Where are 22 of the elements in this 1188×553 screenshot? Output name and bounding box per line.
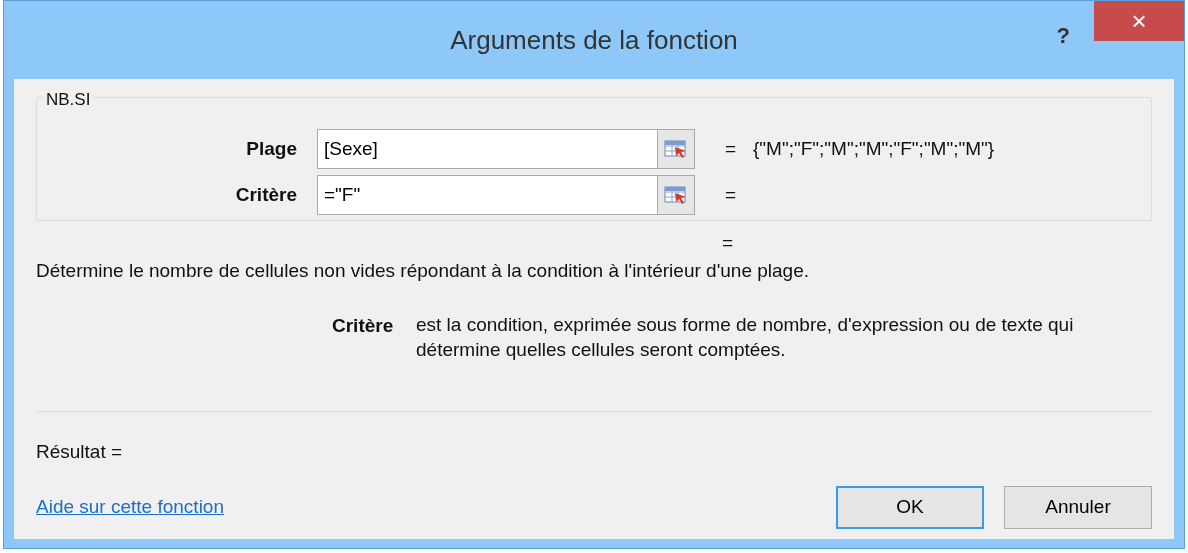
window-title: Arguments de la fonction: [450, 23, 738, 57]
range-select-icon: [664, 139, 688, 159]
equals-sign: =: [725, 136, 738, 161]
equals-sign: =: [725, 182, 738, 207]
close-button[interactable]: ×: [1094, 1, 1184, 41]
collapse-button[interactable]: [657, 175, 695, 215]
cancel-button[interactable]: Annuler: [1004, 486, 1152, 529]
result-label: Résultat =: [36, 439, 124, 464]
formula-result: =: [722, 231, 735, 253]
collapse-button[interactable]: [657, 129, 695, 169]
argument-field[interactable]: ="F": [317, 175, 657, 215]
function-description: Détermine le nombre de cellules non vides répondant à la condition à l'intérieur d'une plage.: [36, 259, 811, 283]
argument-field[interactable]: [Sexe]: [317, 129, 657, 169]
argument-value: {"M";"F";"M";"M";"F";"M";"M"}: [753, 136, 995, 161]
help-link[interactable]: Aide sur cette fonction: [36, 493, 224, 522]
argument-label: Plage: [245, 136, 298, 161]
argument-description: est la condition, exprimée sous forme de nombre, d'expression ou de texte qui détermine quelles cellules seront comptées.: [416, 312, 1075, 363]
ok-button[interactable]: OK: [836, 486, 984, 529]
argument-name: Critère: [332, 313, 395, 338]
argument-label: Critère: [234, 182, 298, 207]
range-select-icon: [664, 185, 688, 205]
help-button[interactable]: ?: [1056, 1, 1094, 52]
